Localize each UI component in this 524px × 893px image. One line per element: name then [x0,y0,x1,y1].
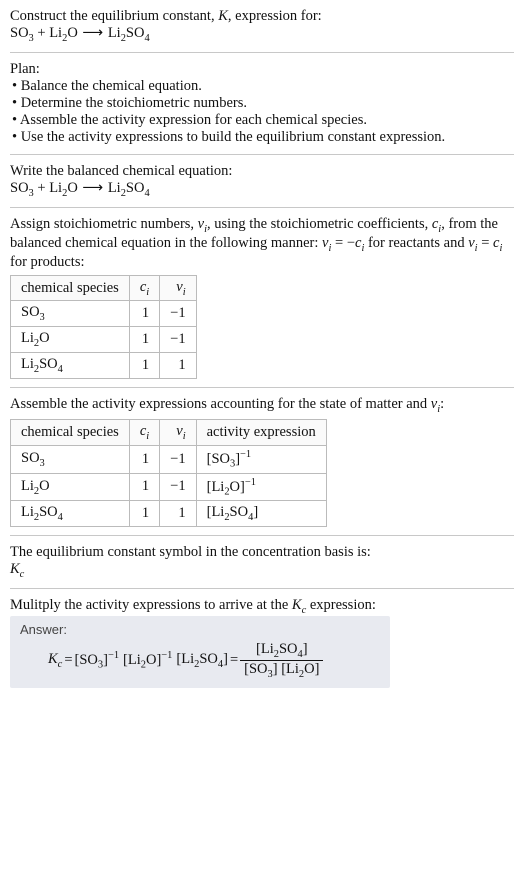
cell-species: Li2O [11,473,130,501]
divider [10,588,514,589]
fraction: [Li2SO4] [SO3] [Li2O] [240,641,323,680]
stoichiometry-table-1: chemical species ci νi SO3 1 −1 Li2O 1 −… [10,275,197,380]
activity-table: chemical species ci νi activity expressi… [10,419,327,527]
cell-nui: 1 [160,501,196,527]
cell-ci: 1 [129,445,159,473]
cell-activity: [SO3]−1 [196,445,326,473]
divider [10,154,514,155]
table-row: SO3 1 −1 [11,301,197,327]
col-nui: νi [160,275,196,301]
col-activity: activity expression [196,420,326,446]
plan-item-1: • Balance the chemical equation. [12,78,514,95]
prompt-section: Construct the equilibrium constant, K, e… [10,8,514,44]
cell-nui: −1 [160,445,196,473]
plan-item-3: • Assemble the activity expression for e… [12,112,514,129]
fraction-denominator: [SO3] [Li2O] [240,661,323,680]
table-header-row: chemical species ci νi activity expressi… [11,420,327,446]
assign-section: Assign stoichiometric numbers, νi, using… [10,216,514,379]
divider [10,535,514,536]
multiply-section: Mulitply the activity expressions to arr… [10,597,514,688]
answer-equation: Kc = [SO3]−1 [Li2O]−1 [Li2SO4] = [Li2SO4… [48,641,380,680]
assign-text: Assign stoichiometric numbers, νi, using… [10,216,514,271]
reaction-arrow-icon: ⟶ [78,180,108,196]
cell-nui: −1 [160,473,196,501]
cell-species: SO3 [11,445,130,473]
plus-2: + [34,180,49,196]
answer-label: Answer: [20,622,380,637]
cell-ci: 1 [129,327,159,353]
fraction-numerator: [Li2SO4] [240,641,323,661]
reactant-li2o: Li2O [49,180,78,196]
kc-symbol: Kc [48,651,62,670]
symbol-kc: Kc [10,561,514,580]
plan-item-4: • Use the activity expressions to build … [12,129,514,146]
balanced-section: Write the balanced chemical equation: SO… [10,163,514,199]
table-header-row: chemical species ci νi [11,275,197,301]
prompt-equation: SO3 + Li2O ⟶ Li2SO4 [10,25,514,44]
col-ci: ci [129,275,159,301]
symbol-section: The equilibrium constant symbol in the c… [10,544,514,580]
divider [10,207,514,208]
reactant-li2o: Li2O [49,25,78,41]
cell-species: Li2SO4 [11,501,130,527]
col-species: chemical species [11,275,130,301]
cell-activity: [Li2SO4] [196,501,326,527]
plan-section: Plan: • Balance the chemical equation. •… [10,61,514,146]
prompt-text-2: , expression for: [228,8,322,24]
col-species: chemical species [11,420,130,446]
balanced-intro: Write the balanced chemical equation: [10,163,514,180]
reactant-so3: SO3 [10,25,34,41]
cell-activity: [Li2O]−1 [196,473,326,501]
table-row: Li2O 1 −1 [11,327,197,353]
col-ci: ci [129,420,159,446]
cell-nui: −1 [160,327,196,353]
equals-2: = [230,652,238,669]
cell-species: Li2O [11,327,130,353]
product-li2so4: Li2SO4 [108,25,150,41]
cell-ci: 1 [129,353,159,379]
cell-nui: 1 [160,353,196,379]
cell-species: Li2SO4 [11,353,130,379]
balanced-equation: SO3 + Li2O ⟶ Li2SO4 [10,180,514,199]
cell-species: SO3 [11,301,130,327]
term-li2so4: [Li2SO4] [176,651,228,670]
cell-nui: −1 [160,301,196,327]
col-nui: νi [160,420,196,446]
reactant-so3: SO3 [10,180,34,196]
table-row: Li2SO4 1 1 [11,353,197,379]
plan-item-2: • Determine the stoichiometric numbers. [12,95,514,112]
cell-ci: 1 [129,473,159,501]
table-row: Li2SO4 1 1 [Li2SO4] [11,501,327,527]
prompt-line1: Construct the equilibrium constant, K, e… [10,8,514,25]
reaction-arrow-icon: ⟶ [78,25,108,41]
term-li2o-inv: [Li2O]−1 [123,650,172,671]
product-li2so4: Li2SO4 [108,180,150,196]
answer-box: Answer: Kc = [SO3]−1 [Li2O]−1 [Li2SO4] =… [10,616,390,688]
term-so3-inv: [SO3]−1 [75,650,120,671]
plan-title: Plan: [10,61,514,78]
cell-ci: 1 [129,301,159,327]
multiply-text: Mulitply the activity expressions to arr… [10,597,514,616]
table-row: SO3 1 −1 [SO3]−1 [11,445,327,473]
table-row: Li2O 1 −1 [Li2O]−1 [11,473,327,501]
assemble-text: Assemble the activity expressions accoun… [10,396,514,415]
symbol-text: The equilibrium constant symbol in the c… [10,544,514,561]
equals-1: = [64,652,72,669]
plus-1: + [34,25,49,41]
divider [10,52,514,53]
prompt-text-1: Construct the equilibrium constant, [10,8,218,24]
divider [10,387,514,388]
assemble-section: Assemble the activity expressions accoun… [10,396,514,527]
cell-ci: 1 [129,501,159,527]
prompt-K: K [218,8,228,24]
